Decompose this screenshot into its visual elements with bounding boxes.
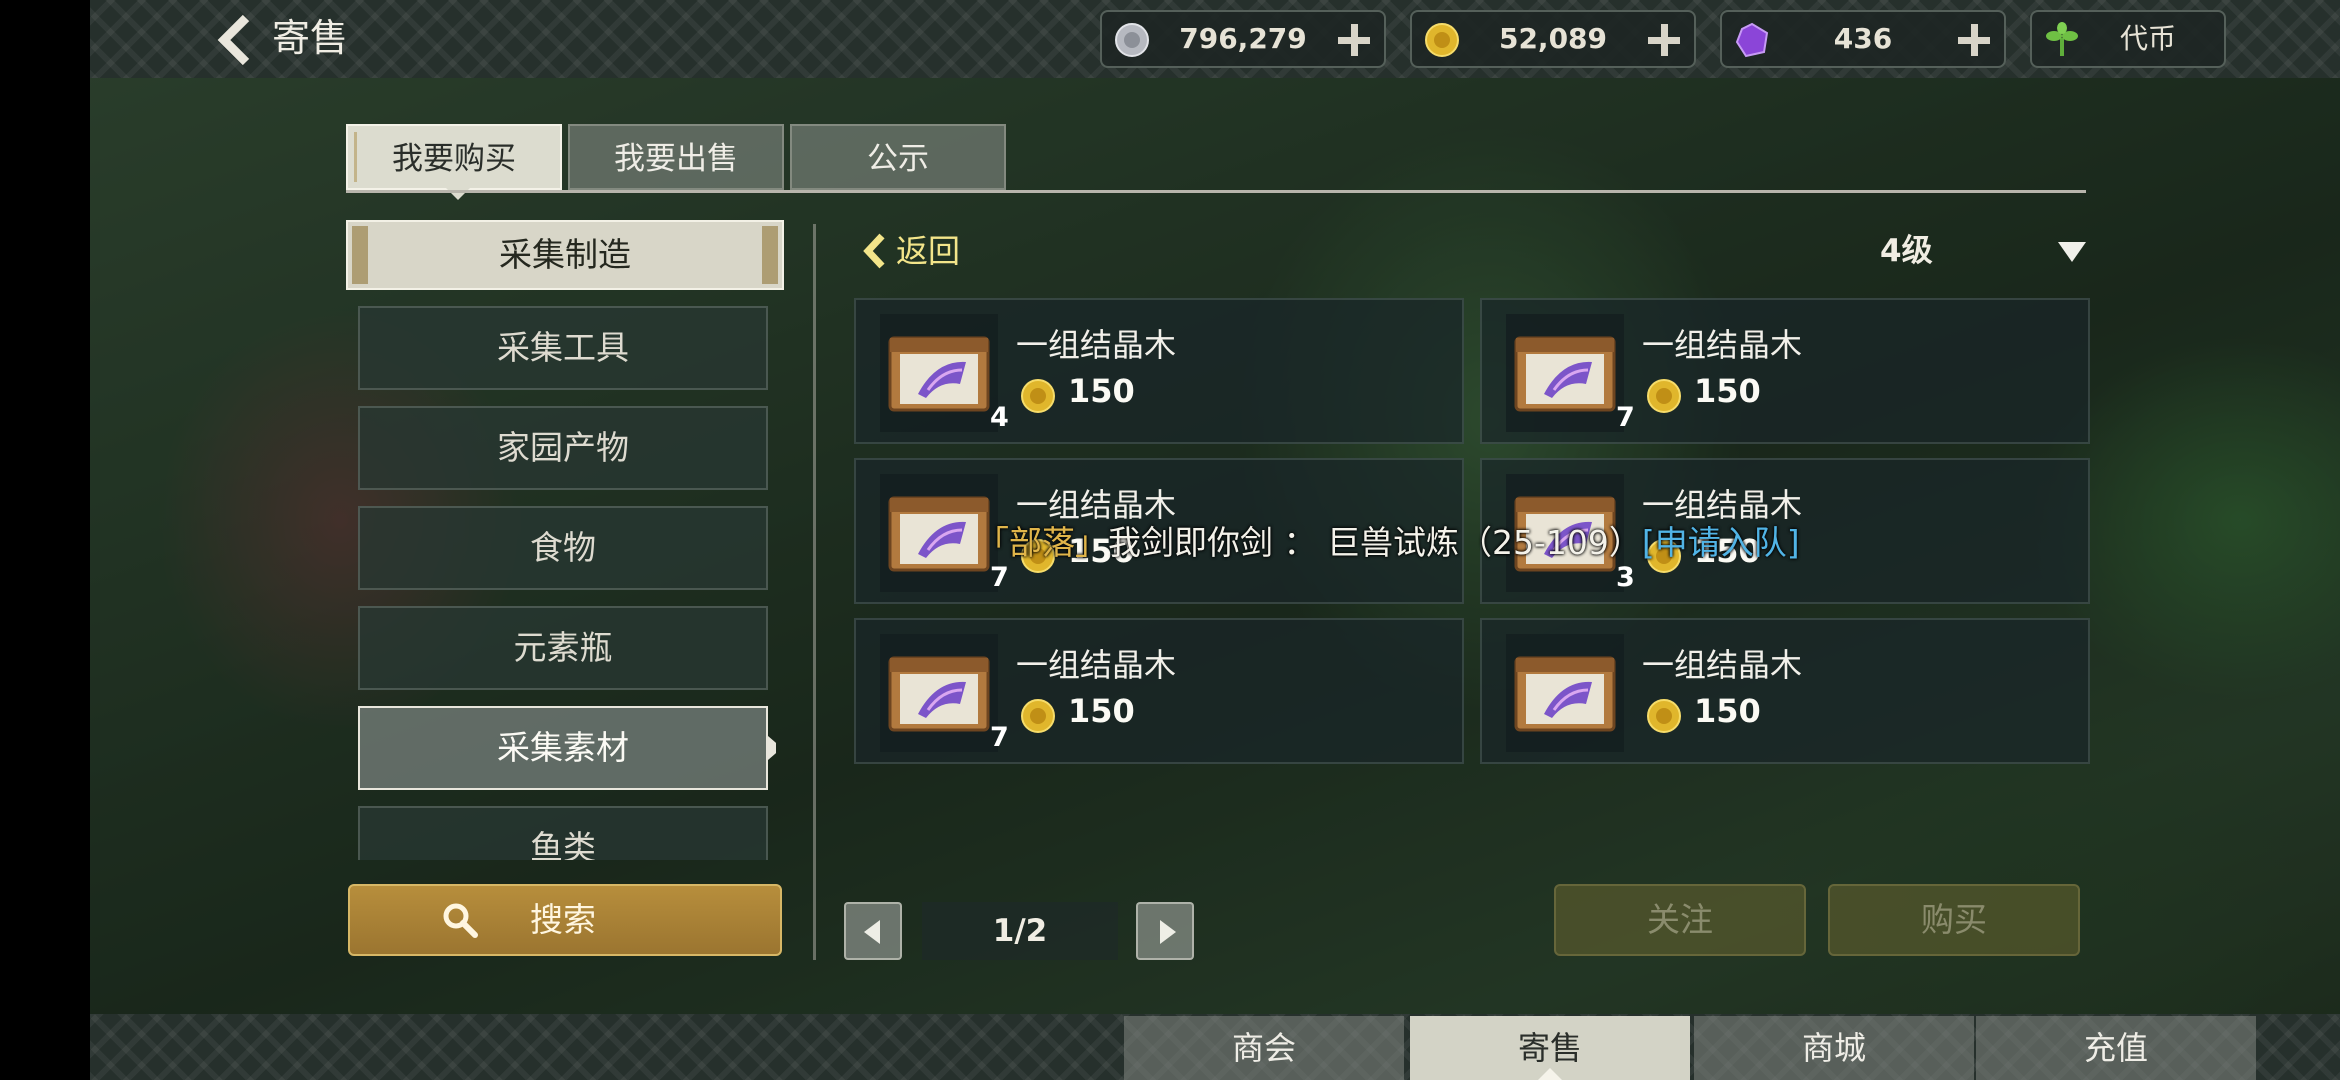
item-quantity: 3 (1616, 562, 1635, 593)
back-button[interactable] (210, 12, 270, 68)
header-deco-left (352, 226, 368, 284)
gold-coin-icon (1647, 379, 1681, 413)
nav-label: 商城 (1801, 1029, 1866, 1067)
item-price: 150 (1694, 692, 1761, 730)
item-thumbnail: 7 (880, 634, 1009, 753)
search-icon (443, 903, 478, 938)
crate-icon (888, 496, 990, 572)
category-label: 采集素材 (497, 728, 629, 767)
category-label: 鱼类 (530, 828, 596, 860)
search-label: 搜索 (530, 900, 596, 939)
panel-divider (813, 224, 816, 960)
chevron-left-icon (863, 233, 885, 269)
gold-coin-icon (1021, 699, 1055, 733)
sprout-icon (2046, 22, 2078, 56)
gold-coin-icon (1425, 23, 1459, 57)
item-quantity: 7 (990, 562, 1009, 593)
currency-value: 代币 (2119, 22, 2176, 55)
tab-label: 我要出售 (614, 141, 738, 177)
category-label: 食物 (530, 528, 596, 567)
currency-gold: 52,089 (1410, 10, 1696, 68)
tab-label: 我要购买 (392, 141, 516, 177)
item-quantity: 4 (990, 402, 1009, 433)
chat-broadcast: 「部落」我剑即你剑 ： 巨兽试炼（25-109）[申请入队] (976, 516, 1800, 564)
category-item-tools[interactable]: 采集工具 (358, 306, 768, 390)
add-silver-button[interactable] (1334, 20, 1374, 60)
currency-token[interactable]: 代币 (2030, 10, 2226, 68)
item-thumbnail (1506, 634, 1624, 752)
tab-notice[interactable]: 公示 (790, 124, 1006, 190)
category-label: 元素瓶 (513, 628, 613, 667)
prev-page-button[interactable] (844, 902, 902, 960)
level-filter-value[interactable]: 4级 (1880, 226, 1933, 276)
search-button[interactable]: 搜索 (348, 884, 782, 956)
currency-crystal: 436 (1720, 10, 2006, 68)
listing-item[interactable]: 一组结晶木 150 (1480, 618, 2090, 764)
listing-item[interactable]: 7 一组结晶木 150 (1480, 298, 2090, 444)
page-title: 寄售 (272, 16, 349, 60)
chat-channel: 「部落」 (976, 523, 1108, 562)
tab-label: 公示 (867, 141, 929, 177)
currency-value: 796,279 (1179, 22, 1307, 55)
category-header-label: 采集制造 (499, 235, 631, 274)
silver-coin-icon (1115, 23, 1149, 57)
bottom-nav-guild-shop[interactable]: 商会 (1124, 1016, 1404, 1080)
purple-crystal-icon (1735, 22, 1769, 58)
item-name: 一组结晶木 (1016, 646, 1177, 684)
bottom-nav-consign[interactable]: 寄售 (1410, 1016, 1690, 1080)
gold-coin-icon (1647, 699, 1681, 733)
next-page-button[interactable] (1136, 902, 1194, 960)
category-item-fish[interactable]: 鱼类 (358, 806, 768, 860)
bottom-nav-mall[interactable]: 商城 (1694, 1016, 1974, 1080)
tab-deco (354, 132, 367, 182)
nav-label: 充值 (2083, 1029, 2148, 1067)
buy-button[interactable]: 购买 (1828, 884, 2080, 956)
level-dropdown-icon[interactable] (2054, 236, 2090, 266)
chat-message: 我剑即你剑 ： 巨兽试炼（25-109） (1108, 523, 1642, 562)
crate-icon (888, 336, 990, 412)
category-item-home[interactable]: 家园产物 (358, 406, 768, 490)
add-gold-button[interactable] (1644, 20, 1684, 60)
item-thumbnail: 4 (880, 314, 1009, 433)
item-price: 150 (1694, 372, 1761, 410)
currency-value: 52,089 (1498, 22, 1608, 55)
listing-item[interactable]: 7 一组结晶木 150 (854, 618, 1464, 764)
crate-icon (1514, 656, 1616, 732)
category-label: 家园产物 (497, 428, 629, 467)
item-name: 一组结晶木 (1016, 326, 1177, 364)
nav-label: 商会 (1231, 1029, 1296, 1067)
follow-button[interactable]: 关注 (1554, 884, 1806, 956)
category-label: 采集工具 (497, 328, 629, 367)
currency-value: 436 (1833, 22, 1893, 55)
chat-join-link[interactable]: [申请入队] (1642, 523, 1800, 562)
tabs-underline (346, 190, 2086, 193)
add-crystal-button[interactable] (1954, 20, 1994, 60)
listing-item[interactable]: 4 一组结晶木 150 (854, 298, 1464, 444)
header-deco-right (762, 226, 778, 284)
nav-label: 寄售 (1517, 1029, 1582, 1067)
category-list[interactable]: 采集工具 家园产物 食物 元素瓶 采集素材 鱼类 (358, 300, 776, 860)
currency-silver: 796,279 (1100, 10, 1386, 68)
page-indicator: 1/2 (922, 902, 1118, 960)
category-item-materials[interactable]: 采集素材 (358, 706, 776, 790)
tab-sell[interactable]: 我要出售 (568, 124, 784, 190)
item-thumbnail: 7 (1506, 314, 1635, 433)
item-name: 一组结晶木 (1642, 646, 1803, 684)
category-item-food[interactable]: 食物 (358, 506, 768, 590)
tab-buy[interactable]: 我要购买 (346, 124, 562, 200)
item-price: 150 (1068, 372, 1135, 410)
item-name: 一组结晶木 (1642, 326, 1803, 364)
item-quantity: 7 (990, 722, 1009, 753)
return-label: 返回 (896, 232, 961, 270)
item-price: 150 (1068, 692, 1135, 730)
chevron-left-icon (217, 14, 250, 66)
gold-coin-icon (1021, 379, 1055, 413)
category-header[interactable]: 采集制造 (346, 220, 784, 290)
item-quantity: 7 (1616, 402, 1635, 433)
crate-icon (1514, 336, 1616, 412)
bottom-nav-recharge[interactable]: 充值 (1976, 1016, 2256, 1080)
crate-icon (888, 656, 990, 732)
category-item-element-bottle[interactable]: 元素瓶 (358, 606, 768, 690)
